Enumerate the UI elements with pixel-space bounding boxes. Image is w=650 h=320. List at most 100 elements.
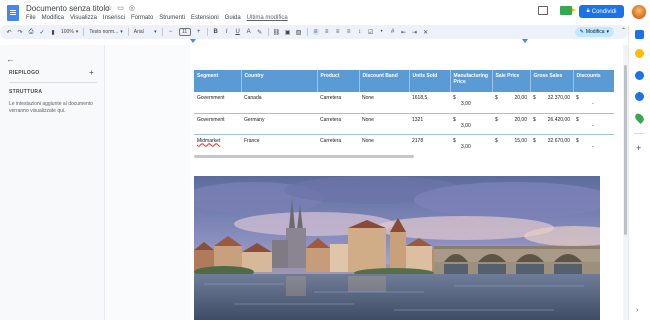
print-icon[interactable]: ⎙ bbox=[28, 29, 34, 35]
undo-icon[interactable]: ↶ bbox=[6, 29, 12, 36]
table-header-cell[interactable]: Manufacturing Price bbox=[450, 70, 493, 92]
increase-font-icon[interactable]: + bbox=[196, 29, 202, 35]
font-size-input[interactable]: 11 bbox=[178, 28, 191, 36]
link-icon[interactable]: ⛓ bbox=[273, 29, 281, 36]
bulleted-list-icon[interactable]: • bbox=[379, 29, 385, 35]
back-arrow-icon[interactable]: ← bbox=[6, 54, 15, 64]
menu-help[interactable]: Guida bbox=[225, 15, 241, 21]
left-indent-marker[interactable] bbox=[190, 39, 196, 43]
table-cell[interactable]: Germany bbox=[241, 113, 317, 135]
table-cell[interactable]: $32.670,00 bbox=[530, 134, 573, 155]
menu-edit[interactable]: Modifica bbox=[42, 15, 64, 21]
table-cell[interactable]: 2178 bbox=[409, 134, 450, 155]
font-select[interactable]: Arial ▾ bbox=[134, 29, 157, 35]
table-cell[interactable]: Canada bbox=[241, 92, 317, 114]
italic-icon[interactable]: I bbox=[224, 29, 230, 35]
menu-extensions[interactable]: Estensioni bbox=[191, 15, 219, 21]
table-cell[interactable]: $26.420,00 bbox=[530, 113, 573, 135]
move-folder-icon[interactable]: ▭ bbox=[117, 4, 124, 12]
table-horizontal-scrollbar[interactable] bbox=[194, 155, 414, 158]
decrease-indent-icon[interactable]: ⇤ bbox=[401, 29, 407, 36]
increase-indent-icon[interactable]: ⇥ bbox=[412, 29, 418, 36]
tasks-icon[interactable] bbox=[635, 71, 644, 80]
table-cell[interactable]: $3,00 bbox=[450, 113, 492, 135]
table-cell[interactable]: Midmarket bbox=[194, 134, 241, 155]
table-cell[interactable]: None bbox=[359, 134, 409, 155]
last-modified-link[interactable]: Ultima modifica bbox=[247, 15, 288, 21]
data-table[interactable]: Segment Country Product Discount Band Un… bbox=[194, 70, 614, 155]
align-right-icon[interactable]: ≡ bbox=[335, 29, 341, 35]
document-page[interactable]: Segment Country Product Discount Band Un… bbox=[190, 45, 630, 320]
table-cell[interactable]: $ - bbox=[573, 113, 614, 135]
cloud-status-icon[interactable]: ◎ bbox=[129, 4, 135, 12]
decrease-font-icon[interactable]: − bbox=[168, 29, 174, 35]
underline-icon[interactable]: U bbox=[235, 29, 241, 35]
table-cell[interactable]: None bbox=[359, 92, 409, 114]
table-cell[interactable]: $20,00 bbox=[492, 113, 530, 135]
editing-mode-select[interactable]: ✎ Modifica ▾ bbox=[574, 27, 614, 37]
table-header-cell[interactable]: Discounts bbox=[573, 70, 614, 92]
share-button[interactable]: 🔒︎ Condividi bbox=[579, 5, 624, 18]
meet-icon[interactable] bbox=[560, 6, 576, 15]
table-header-cell[interactable]: Gross Sales bbox=[530, 70, 574, 92]
menu-insert[interactable]: Inserisci bbox=[103, 15, 125, 21]
table-cell[interactable]: $20,00 bbox=[492, 92, 530, 114]
keep-icon[interactable] bbox=[635, 49, 644, 58]
table-cell[interactable]: France bbox=[241, 134, 317, 155]
align-center-icon[interactable]: ≡ bbox=[324, 29, 330, 35]
table-cell[interactable]: 1618,5 bbox=[409, 92, 450, 114]
misspelled-word[interactable]: Midmarket bbox=[197, 138, 220, 144]
table-cell[interactable]: Carretera bbox=[317, 134, 359, 155]
table-header-cell[interactable]: Segment bbox=[194, 70, 242, 92]
document-title[interactable]: Documento senza titolo bbox=[26, 4, 110, 13]
table-cell[interactable]: None bbox=[359, 113, 409, 135]
table-header-cell[interactable]: Product bbox=[317, 70, 360, 92]
scrollbar-thumb[interactable] bbox=[624, 65, 627, 235]
menu-file[interactable]: File bbox=[26, 15, 36, 21]
add-summary-icon[interactable]: + bbox=[89, 68, 94, 77]
style-select[interactable]: Testo norm... ▾ bbox=[89, 29, 122, 35]
docs-logo-icon[interactable] bbox=[7, 5, 19, 21]
comment-history-icon[interactable] bbox=[538, 6, 548, 15]
bold-icon[interactable]: B bbox=[213, 29, 219, 35]
cityscape-photo[interactable] bbox=[194, 176, 600, 320]
redo-icon[interactable]: ↷ bbox=[17, 29, 23, 36]
numbered-list-icon[interactable]: # bbox=[390, 29, 396, 35]
align-justify-icon[interactable]: ≡ bbox=[346, 29, 352, 35]
right-indent-marker[interactable] bbox=[522, 39, 528, 43]
table-header-cell[interactable]: Country bbox=[241, 70, 318, 92]
image-icon[interactable]: ▨ bbox=[296, 29, 302, 36]
table-cell[interactable]: $ - bbox=[573, 92, 614, 114]
table-header-cell[interactable]: Units Sold bbox=[409, 70, 451, 92]
table-cell[interactable]: Government bbox=[194, 113, 241, 135]
table-cell[interactable]: Government bbox=[194, 92, 241, 114]
spellcheck-icon[interactable]: ✓ bbox=[39, 29, 45, 36]
highlight-icon[interactable]: ✎ bbox=[257, 29, 263, 36]
menu-view[interactable]: Visualizza bbox=[70, 15, 97, 21]
table-header-cell[interactable]: Discount Band bbox=[359, 70, 410, 92]
calendar-icon[interactable] bbox=[635, 30, 644, 39]
contacts-icon[interactable] bbox=[635, 92, 644, 101]
text-color-icon[interactable]: A bbox=[246, 29, 252, 35]
maps-icon[interactable] bbox=[633, 111, 646, 125]
avatar[interactable] bbox=[631, 4, 647, 20]
table-header-cell[interactable]: Sale Price bbox=[492, 70, 531, 92]
paint-format-icon[interactable]: ▮ bbox=[50, 29, 56, 36]
collapse-menu-icon[interactable]: ⌃ bbox=[621, 27, 626, 34]
table-cell[interactable]: $32.370,00 bbox=[530, 92, 573, 114]
menu-tools[interactable]: Strumenti bbox=[159, 15, 185, 21]
table-cell[interactable]: 1321 bbox=[409, 113, 450, 135]
add-addon-icon[interactable]: + bbox=[636, 143, 641, 153]
table-cell[interactable]: Carretera bbox=[317, 92, 359, 114]
checklist-icon[interactable]: ☑ bbox=[368, 29, 374, 36]
align-left-icon[interactable]: ≡ bbox=[312, 29, 319, 35]
zoom-select[interactable]: 100% ▾ bbox=[61, 29, 78, 35]
table-cell[interactable]: $15,00 bbox=[492, 134, 530, 155]
line-spacing-icon[interactable]: ↕ bbox=[357, 29, 363, 35]
table-cell[interactable]: $3,00 bbox=[450, 134, 492, 155]
chevron-right-icon[interactable]: › bbox=[636, 307, 638, 314]
table-cell[interactable]: $3,00 bbox=[450, 92, 492, 114]
star-icon[interactable]: ☆ bbox=[106, 4, 112, 12]
table-cell[interactable]: Carretera bbox=[317, 113, 359, 135]
clear-formatting-icon[interactable]: ✕ bbox=[423, 29, 429, 36]
